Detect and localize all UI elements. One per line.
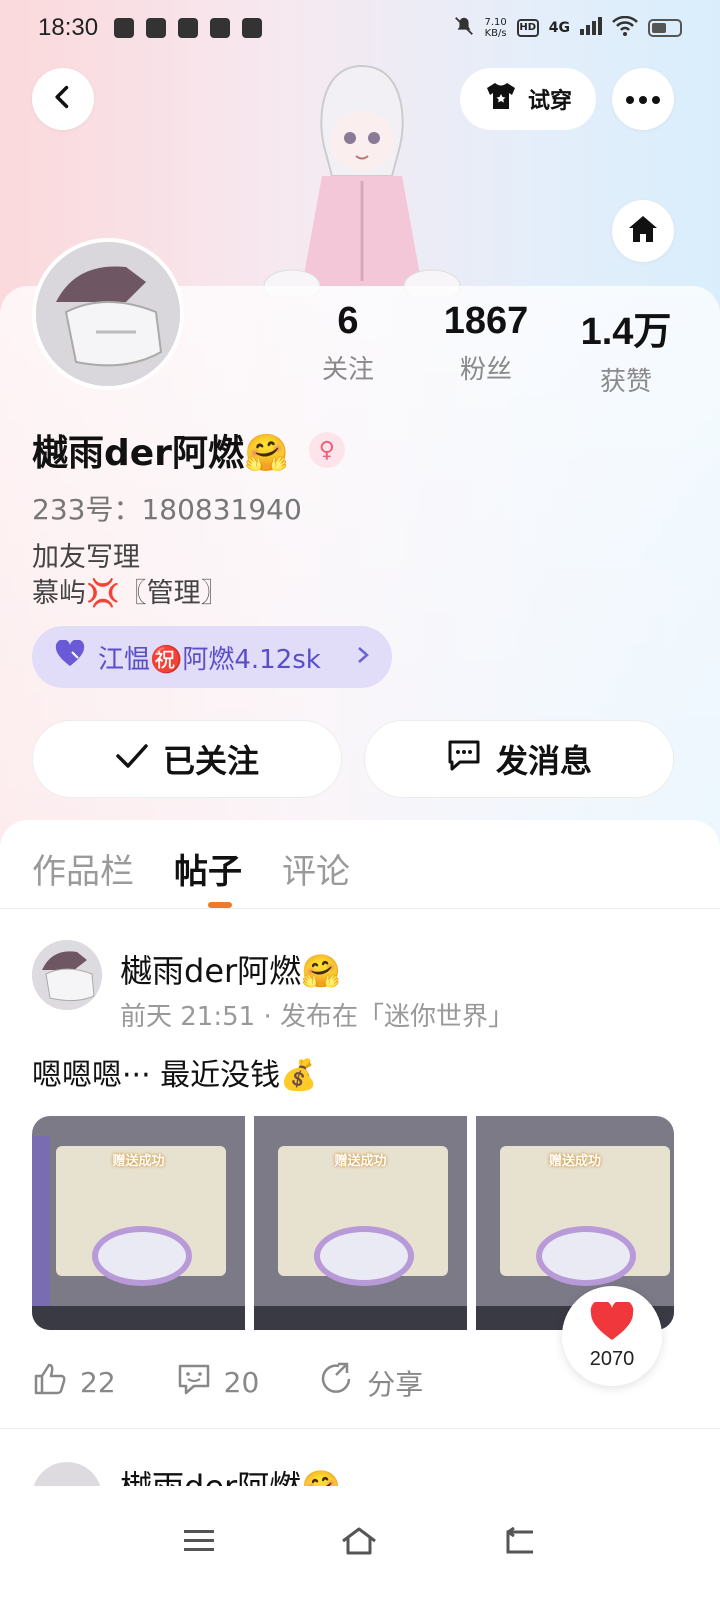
bio-line-2: 慕屿💢〖管理〗 xyxy=(32,578,228,609)
stat-likes[interactable]: 1.4万 获赞 xyxy=(556,300,696,398)
profile-avatar[interactable] xyxy=(32,238,184,390)
net-speed: 7.10 KB/s xyxy=(484,17,507,39)
followed-button[interactable]: 已关注 xyxy=(32,720,342,798)
status-right: 7.10 KB/s HD 4G xyxy=(453,15,682,41)
thumbs-up-icon xyxy=(32,1362,68,1403)
signal-icon xyxy=(580,17,602,39)
tshirt-icon xyxy=(484,81,518,117)
relationship-tag-text: 江愠㊗️阿燃4.12sk xyxy=(98,644,321,675)
game-bottom-bar xyxy=(254,1306,467,1330)
post-author-name[interactable]: 樾雨der阿燃🤗 xyxy=(120,946,341,992)
stat-following-label: 关注 xyxy=(321,355,374,385)
game-bottom-bar xyxy=(32,1306,245,1330)
gift-disc xyxy=(314,1226,414,1286)
nav-home-icon[interactable] xyxy=(340,1526,378,1560)
wechat-icon xyxy=(114,18,135,38)
network-label: 4G xyxy=(548,20,570,36)
post-meta: 前天 21:51 · 发布在「迷你世界」 xyxy=(120,1002,514,1032)
tab-divider xyxy=(0,908,720,909)
send-message-button[interactable]: 发消息 xyxy=(364,720,674,798)
comment-count: 20 xyxy=(223,1366,260,1399)
post-text[interactable]: 嗯嗯嗯··· 最近没钱💰 xyxy=(32,1050,318,1094)
back-button[interactable] xyxy=(32,68,94,130)
home-button[interactable] xyxy=(612,200,674,262)
gender-female-icon: ♀ xyxy=(308,432,345,468)
profile-username: 樾雨der阿燃🤗 xyxy=(32,433,289,474)
bio-line-1: 加友写理 xyxy=(32,542,140,573)
back-arrow-icon xyxy=(49,83,77,115)
floating-like-count: 2070 xyxy=(589,1347,635,1370)
post-author-avatar[interactable] xyxy=(32,940,102,1010)
post-image-1[interactable]: 赠送成功 xyxy=(32,1116,245,1330)
send-message-label: 发消息 xyxy=(495,742,592,780)
profile-bio: 加友写理 慕屿💢〖管理〗 xyxy=(32,540,228,612)
wifi-icon xyxy=(612,15,638,40)
gift-success-title: 赠送成功 xyxy=(334,1154,387,1169)
like-count: 22 xyxy=(80,1366,116,1399)
tab-comments[interactable]: 评论 xyxy=(282,844,350,893)
stat-fans-count: 1867 xyxy=(443,300,529,342)
comment-button[interactable]: 20 xyxy=(176,1362,260,1403)
stat-following-count: 6 xyxy=(337,300,359,342)
stat-fans-label: 粉丝 xyxy=(459,355,512,385)
gift-disc xyxy=(536,1226,636,1286)
video-icon xyxy=(210,18,231,38)
menu-icon[interactable] xyxy=(183,1528,215,1558)
post-image-2[interactable]: 赠送成功 xyxy=(254,1116,467,1330)
stat-fans[interactable]: 1867 粉丝 xyxy=(416,300,556,386)
post-divider xyxy=(0,1428,720,1429)
message-bubble-icon xyxy=(446,738,482,780)
share-button[interactable]: 分享 xyxy=(319,1362,423,1403)
try-on-label: 试穿 xyxy=(527,89,572,114)
bolt-icon xyxy=(242,18,263,38)
share-icon xyxy=(319,1362,355,1403)
tab-posts[interactable]: 帖子 xyxy=(174,844,242,893)
followed-label: 已关注 xyxy=(162,742,259,780)
gift-disc xyxy=(92,1226,192,1286)
like-button[interactable]: 22 xyxy=(32,1362,116,1403)
chevron-right-icon xyxy=(356,643,370,671)
mail-icon xyxy=(178,18,199,38)
profile-username-row: 樾雨der阿燃🤗 ♀ xyxy=(32,424,345,476)
hd-icon: HD xyxy=(516,19,539,37)
purple-heart-icon xyxy=(54,638,86,675)
post-actions: 22 20 分享 xyxy=(32,1362,483,1403)
pinwheel-icon xyxy=(146,18,167,38)
stat-likes-label: 获赞 xyxy=(599,367,652,397)
home-icon xyxy=(627,214,659,248)
share-label: 分享 xyxy=(367,1367,424,1401)
system-nav-bar xyxy=(0,1486,720,1600)
more-button[interactable] xyxy=(612,68,674,130)
comment-icon xyxy=(176,1362,212,1403)
mute-icon xyxy=(453,15,475,41)
status-time: 18:30 xyxy=(38,14,99,41)
try-on-button[interactable]: 试穿 xyxy=(460,68,596,130)
status-bar: 18:30 7.10 KB/s HD 4G xyxy=(0,0,720,56)
tab-works[interactable]: 作品栏 xyxy=(32,844,134,893)
gift-success-title: 赠送成功 xyxy=(112,1154,165,1169)
relationship-tag[interactable]: 江愠㊗️阿燃4.12sk xyxy=(32,626,392,688)
gift-success-title: 赠送成功 xyxy=(548,1154,601,1169)
avatar-character-image xyxy=(262,56,462,303)
red-heart-icon xyxy=(589,1299,635,1346)
floating-like-button[interactable]: 2070 xyxy=(562,1286,662,1386)
stat-following[interactable]: 6 关注 xyxy=(278,300,418,386)
profile-uid[interactable]: 233号：180831940 xyxy=(32,488,302,528)
content-tabs: 作品栏 帖子 评论 xyxy=(32,844,350,893)
nav-back-icon[interactable] xyxy=(503,1526,537,1559)
check-icon xyxy=(115,740,149,778)
stat-likes-count: 1.4万 xyxy=(580,311,672,353)
battery-icon xyxy=(648,19,682,37)
more-dots-icon xyxy=(625,90,661,109)
